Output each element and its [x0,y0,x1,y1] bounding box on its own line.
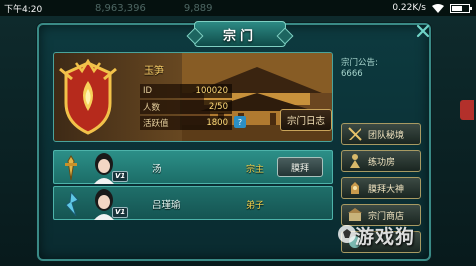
worship-icon [345,179,365,197]
dialog-title: 宗门 [194,21,286,47]
training-icon [345,152,365,170]
stat-value: 2/50 [180,100,232,114]
stat-row-activity: 活跃值 1800 [140,116,232,130]
announcement-text: 6666 [341,69,363,79]
battery-icon [450,3,472,13]
member-row[interactable]: V1 汤 宗主 膜拜 [53,150,333,184]
close-icon [416,24,430,38]
button-label: 宗门商店 [368,211,405,222]
stat-value: 1800 [180,116,232,130]
sect-log-button[interactable]: 宗门日志 [280,109,332,131]
member-rank: 宗主 [246,165,265,175]
help-icon[interactable]: ? [234,116,246,128]
close-button[interactable] [415,23,431,39]
member-name: 汤 [152,164,162,175]
stat-label: 活跃值 [140,116,180,130]
stat-row-members: 人数 2/50 [140,100,232,114]
stat-label: 人数 [140,100,180,114]
system-indicators: 0.22K/s [392,0,472,16]
member-row[interactable]: V1 吕瑾瑜 弟子 [53,186,333,220]
watermark-text: 游戏狗 [355,226,416,248]
team-dungeon-button[interactable]: 团队秘境 [341,123,421,145]
sect-name: 玉笋 [144,66,164,77]
button-label: 膜拜大神 [368,184,405,195]
vip-badge: V1 [112,171,129,182]
wifi-icon [432,3,444,13]
watermark-logo-icon [338,225,356,243]
training-room-button[interactable]: 练功房 [341,150,421,172]
currency-gems: 9,889 [183,2,213,14]
sect-emblem-icon [59,59,117,135]
warrior-class-icon [65,155,77,181]
button-label: 练功房 [368,157,396,168]
side-notification-tab[interactable] [460,100,474,120]
sect-info-panel: 玉笋 ID 100020 人数 2/50 活跃值 1800 ? 宗门日志 [53,52,333,142]
worship-master-button[interactable]: 膜拜大神 [341,177,421,199]
mage-class-icon [65,191,79,217]
game-currency-bar: 8,963,396 9,889 [95,0,213,16]
stat-label: ID [140,84,180,98]
sword-icon [345,125,365,143]
worship-button[interactable]: 膜拜 [277,157,323,177]
member-name: 吕瑾瑜 [152,200,181,211]
stat-row-id: ID 100020 [140,84,232,98]
stat-value: 100020 [180,84,232,98]
vip-badge: V1 [112,207,129,218]
network-speed: 0.22K/s [392,3,426,13]
member-rank: 弟子 [246,201,265,211]
status-bar: 下午4:20 8,963,396 9,889 0.22K/s [0,0,476,16]
button-label: 团队秘境 [368,130,405,141]
currency-gold: 8,963,396 [95,2,146,14]
announcement-title: 宗门公告: [341,58,378,68]
clock: 下午4:20 [4,4,43,15]
